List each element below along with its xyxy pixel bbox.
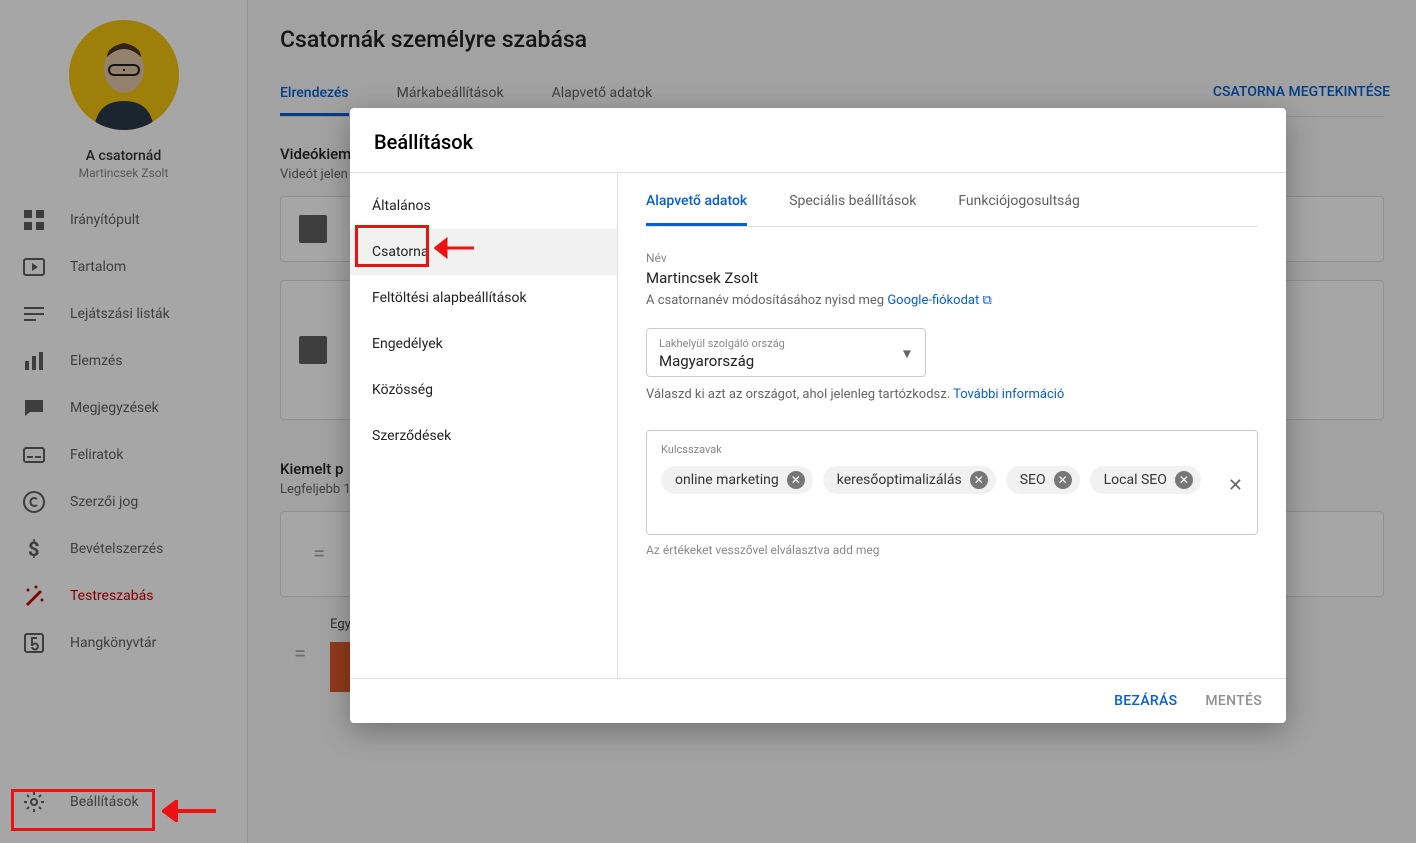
dlg-side-upload[interactable]: Feltöltési alapbeállítások <box>350 275 617 321</box>
dialog-sidebar: Általános Csatorna Feltöltési alapbeállí… <box>350 173 618 678</box>
chip-remove-icon[interactable]: ✕ <box>787 471 805 489</box>
dlg-tab-basic[interactable]: Alapvető adatok <box>646 193 747 226</box>
dlg-side-agreements[interactable]: Szerződések <box>350 413 617 459</box>
google-account-link[interactable]: Google-fiókodat ⧉ <box>887 293 991 308</box>
clear-all-icon[interactable]: ✕ <box>1228 475 1243 496</box>
dlg-tab-advanced[interactable]: Speciális beállítások <box>789 193 916 226</box>
chevron-down-icon: ▾ <box>903 343 911 362</box>
dialog-content: Alapvető adatok Speciális beállítások Fu… <box>618 173 1286 678</box>
keyword-chip: SEO✕ <box>1006 466 1080 494</box>
name-value: Martincsek Zsolt <box>646 269 1258 287</box>
close-button[interactable]: BEZÁRÁS <box>1114 693 1177 709</box>
country-dropdown[interactable]: Lakhelyül szolgáló ország Magyarország ▾ <box>646 328 926 377</box>
chip-remove-icon[interactable]: ✕ <box>970 471 988 489</box>
dlg-side-channel[interactable]: Csatorna <box>350 229 617 275</box>
name-help: A csatornanév módosításához nyisd meg Go… <box>646 293 1258 308</box>
keywords-field[interactable]: Kulcsszavak online marketing✕ keresőopti… <box>646 430 1258 535</box>
keywords-label: Kulcsszavak <box>661 443 1243 456</box>
dlg-side-permissions[interactable]: Engedélyek <box>350 321 617 367</box>
chip-remove-icon[interactable]: ✕ <box>1175 471 1193 489</box>
dialog-tabs: Alapvető adatok Speciális beállítások Fu… <box>646 193 1258 227</box>
dialog-footer: BEZÁRÁS MENTÉS <box>350 678 1286 723</box>
more-info-link[interactable]: További információ <box>953 387 1064 402</box>
save-button[interactable]: MENTÉS <box>1205 693 1262 709</box>
keywords-chips: online marketing✕ keresőoptimalizálás✕ S… <box>661 466 1243 494</box>
dialog-title: Beállítások <box>350 108 1286 173</box>
settings-dialog: Beállítások Általános Csatorna Feltöltés… <box>350 108 1286 723</box>
keyword-chip: online marketing✕ <box>661 466 813 494</box>
dlg-side-general[interactable]: Általános <box>350 183 617 229</box>
dlg-tab-features[interactable]: Funkciójogosultság <box>958 193 1080 226</box>
country-value: Magyarország <box>659 352 913 370</box>
external-link-icon: ⧉ <box>982 293 991 308</box>
name-label: Név <box>646 251 1258 265</box>
country-help: Válaszd ki azt az országot, ahol jelenle… <box>646 387 1258 402</box>
country-label: Lakhelyül szolgáló ország <box>659 337 913 350</box>
keywords-help: Az értékeket vesszővel elválasztva add m… <box>646 543 1258 557</box>
dlg-side-community[interactable]: Közösség <box>350 367 617 413</box>
chip-remove-icon[interactable]: ✕ <box>1054 471 1072 489</box>
keyword-chip: keresőoptimalizálás✕ <box>823 466 996 494</box>
keyword-chip: Local SEO✕ <box>1090 466 1201 494</box>
